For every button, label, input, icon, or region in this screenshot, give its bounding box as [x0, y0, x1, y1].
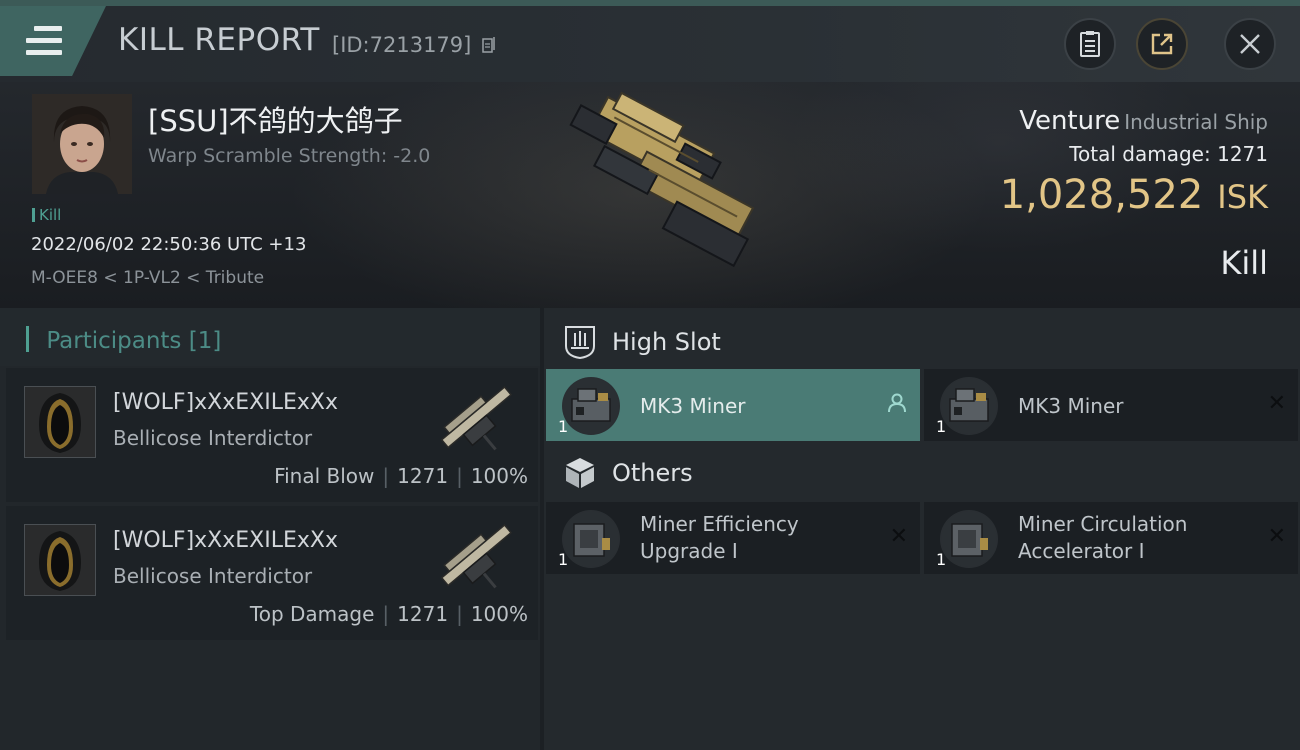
victim-ship-image [569, 91, 755, 268]
isk-unit: ISK [1217, 178, 1268, 216]
participant-ship: Bellicose Interdictor [113, 426, 313, 450]
module-quantity: 1 [936, 550, 947, 569]
module-card[interactable]: 1 Miner Circulation Accelerator I ✕ [924, 502, 1298, 574]
participant-stats: Top Damage | 1271 | 100% [249, 602, 528, 626]
close-button[interactable] [1224, 18, 1276, 70]
participant-ship-image [440, 385, 513, 451]
participant-percent: 100% [470, 602, 528, 626]
clipboard-button[interactable] [1064, 18, 1116, 70]
participant-stats: Final Blow | 1271 | 100% [274, 464, 528, 488]
others-header: Others [544, 443, 1300, 503]
report-id: [ID:7213179] [332, 33, 472, 57]
miner-module-icon [562, 377, 620, 435]
participant-avatar [24, 524, 96, 596]
accelerator-module-icon [940, 510, 998, 568]
module-name: MK3 Miner [640, 394, 746, 418]
share-icon [1151, 33, 1173, 55]
module-name: MK3 Miner [1018, 394, 1124, 418]
module-name: Miner Efficiency Upgrade I [640, 511, 799, 565]
kill-datetime: 2022/06/02 22:50:36 UTC +13 [31, 234, 307, 255]
participant-role: Top Damage [249, 602, 375, 626]
module-name-line-1: Miner Efficiency [640, 512, 799, 536]
module-quantity: 1 [558, 550, 569, 569]
participant-avatar [24, 386, 96, 458]
high-slot-icon [565, 326, 595, 360]
clipboard-icon [1080, 31, 1100, 57]
module-name-line-2: Accelerator I [1018, 539, 1145, 563]
module-quantity: 1 [936, 417, 947, 436]
victim-portrait [32, 94, 132, 194]
high-slot-header: High Slot [544, 312, 1300, 372]
victim-ship-name[interactable]: Venture Industrial Ship [1019, 106, 1268, 136]
participant-name: [WOLF]xXxEXILExXx [113, 528, 338, 553]
kill-tag: Kill [32, 206, 61, 224]
module-card[interactable]: 1 MK3 Miner ✕ [924, 369, 1298, 441]
participants-title: Participants [1] [26, 326, 221, 354]
ship-class: Industrial Ship [1124, 110, 1268, 134]
participants-count: [1] [188, 328, 222, 354]
miner-module-icon [940, 377, 998, 435]
destroyed-x-icon: ✕ [889, 524, 908, 549]
participant-card[interactable]: [WOLF]xXxEXILExXx Bellicose Interdictor … [6, 368, 538, 502]
total-damage: Total damage: 1271 [1069, 142, 1268, 166]
module-name-line-1: Miner Circulation [1018, 512, 1188, 536]
warp-scramble-strength: Warp Scramble Strength: -2.0 [148, 145, 431, 167]
participant-damage: 1271 [397, 602, 449, 626]
participant-name: [WOLF]xXxEXILExXx [113, 390, 338, 415]
page-title: KILL REPORT [118, 22, 320, 58]
module-quantity: 1 [558, 417, 569, 436]
module-name-line-2: Upgrade I [640, 539, 738, 563]
share-button[interactable] [1136, 18, 1188, 70]
participants-label: Participants [46, 328, 182, 354]
others-label: Others [612, 459, 693, 487]
module-name: Miner Circulation Accelerator I [1018, 511, 1187, 565]
outcome-label: Kill [1220, 244, 1268, 282]
pilot-icon [888, 393, 906, 413]
victim-name[interactable]: [SSU]不鸽的大鸽子 [148, 98, 403, 140]
participant-damage: 1271 [397, 464, 449, 488]
menu-icon [26, 26, 62, 56]
participant-percent: 100% [470, 464, 528, 488]
participant-ship: Bellicose Interdictor [113, 564, 313, 588]
isk-amount: 1,028,522 [999, 172, 1204, 218]
destroyed-x-icon: ✕ [1267, 391, 1286, 416]
total-damage-label: Total damage: [1069, 142, 1211, 166]
isk-value: 1,028,522 ISK [1000, 172, 1268, 218]
copy-icon[interactable] [482, 36, 496, 54]
kill-location[interactable]: M-OEE8 < 1P-VL2 < Tribute [31, 268, 264, 288]
high-slot-label: High Slot [612, 328, 721, 356]
module-card[interactable]: 1 Miner Efficiency Upgrade I ✕ [546, 502, 920, 574]
ship-type: Venture [1019, 106, 1121, 136]
close-icon [1240, 34, 1260, 54]
total-damage-value: 1271 [1217, 142, 1268, 166]
cube-icon [566, 458, 594, 488]
upgrade-module-icon [562, 510, 620, 568]
destroyed-x-icon: ✕ [1267, 524, 1286, 549]
module-card[interactable]: 1 MK3 Miner [546, 369, 920, 441]
participant-ship-image [440, 523, 513, 589]
participant-card[interactable]: [WOLF]xXxEXILExXx Bellicose Interdictor … [6, 506, 538, 640]
participant-role: Final Blow [274, 464, 375, 488]
